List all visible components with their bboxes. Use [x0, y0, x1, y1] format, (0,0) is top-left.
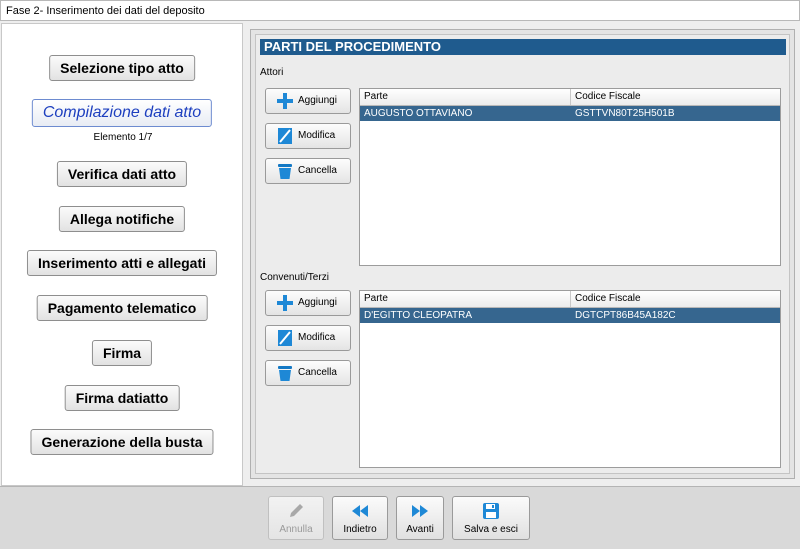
annulla-label: Annulla	[279, 524, 313, 535]
step-firma-datiatto[interactable]: Firma datiatto	[64, 385, 180, 411]
salva-e-esci-button[interactable]: Salva e esci	[452, 496, 530, 540]
step-inserimento-atti-allegati[interactable]: Inserimento atti e allegati	[26, 250, 218, 276]
section-title: PARTI DEL PROCEDIMENTO	[260, 39, 786, 55]
main-panel: PARTI DEL PROCEDIMENTO Attori Aggiungi M…	[250, 29, 795, 479]
convenuti-add-button[interactable]: Aggiungi	[265, 290, 351, 316]
indietro-button[interactable]: Indietro	[332, 496, 388, 540]
salva-e-esci-label: Salva e esci	[464, 524, 518, 535]
parti-panel: PARTI DEL PROCEDIMENTO Attori Aggiungi M…	[255, 34, 790, 474]
column-header-parte[interactable]: Parte	[360, 291, 571, 307]
attori-add-button[interactable]: Aggiungi	[265, 88, 351, 114]
convenuti-add-label: Aggiungi	[298, 297, 337, 308]
step-progress-label: Elemento 1/7	[93, 132, 153, 143]
trash-icon	[275, 161, 295, 181]
cell-parte: D'EGITTO CLEOPATRA	[364, 310, 473, 321]
step-selezione-tipo-atto[interactable]: Selezione tipo atto	[49, 55, 195, 81]
avanti-button[interactable]: Avanti	[396, 496, 444, 540]
trash-icon	[275, 363, 295, 383]
table-row[interactable]: D'EGITTO CLEOPATRA DGTCPT86B45A182C	[360, 308, 780, 323]
attori-delete-label: Cancella	[298, 165, 337, 176]
pencil-icon	[275, 328, 295, 348]
cell-codice-fiscale: GSTTVN80T25H501B	[575, 108, 675, 119]
step-allega-notifiche[interactable]: Allega notifiche	[58, 206, 186, 232]
pencil-icon	[287, 500, 305, 522]
attori-edit-button[interactable]: Modifica	[265, 123, 351, 149]
footer-toolbar: Annulla Indietro Avanti Salva e esci	[0, 486, 800, 549]
convenuti-label: Convenuti/Terzi	[260, 272, 329, 283]
indietro-label: Indietro	[343, 524, 377, 535]
column-header-codice-fiscale[interactable]: Codice Fiscale	[571, 291, 780, 307]
annulla-button[interactable]: Annulla	[268, 496, 324, 540]
attori-add-label: Aggiungi	[298, 95, 337, 106]
attori-table-header: Parte Codice Fiscale	[360, 89, 780, 106]
convenuti-edit-label: Modifica	[298, 332, 336, 343]
attori-delete-button[interactable]: Cancella	[265, 158, 351, 184]
floppy-disk-icon	[482, 500, 500, 522]
convenuti-delete-label: Cancella	[298, 367, 337, 378]
fast-forward-icon	[410, 500, 430, 522]
step-generazione-busta[interactable]: Generazione della busta	[30, 429, 214, 455]
convenuti-edit-button[interactable]: Modifica	[265, 325, 351, 351]
attori-label: Attori	[260, 67, 284, 78]
pencil-icon	[275, 126, 295, 146]
convenuti-table-header: Parte Codice Fiscale	[360, 291, 780, 308]
step-firma[interactable]: Firma	[91, 340, 153, 366]
plus-icon	[275, 293, 295, 313]
plus-icon	[275, 91, 295, 111]
avanti-label: Avanti	[406, 524, 434, 535]
step-pagamento-telematico[interactable]: Pagamento telematico	[36, 295, 208, 321]
step-compilazione-dati-atto[interactable]: Compilazione dati atto	[31, 99, 213, 127]
steps-sidebar: Selezione tipo atto Compilazione dati at…	[1, 23, 243, 486]
column-header-parte[interactable]: Parte	[360, 89, 571, 105]
table-row[interactable]: AUGUSTO OTTAVIANO GSTTVN80T25H501B	[360, 106, 780, 121]
convenuti-table[interactable]: Parte Codice Fiscale D'EGITTO CLEOPATRA …	[359, 290, 781, 468]
rewind-icon	[350, 500, 370, 522]
cell-parte: AUGUSTO OTTAVIANO	[364, 108, 473, 119]
step-verifica-dati-atto[interactable]: Verifica dati atto	[56, 161, 188, 187]
attori-edit-label: Modifica	[298, 130, 336, 141]
convenuti-delete-button[interactable]: Cancella	[265, 360, 351, 386]
window-title: Fase 2- Inserimento dei dati del deposit…	[0, 0, 800, 21]
cell-codice-fiscale: DGTCPT86B45A182C	[575, 310, 676, 321]
column-header-codice-fiscale[interactable]: Codice Fiscale	[571, 89, 780, 105]
attori-table[interactable]: Parte Codice Fiscale AUGUSTO OTTAVIANO G…	[359, 88, 781, 266]
